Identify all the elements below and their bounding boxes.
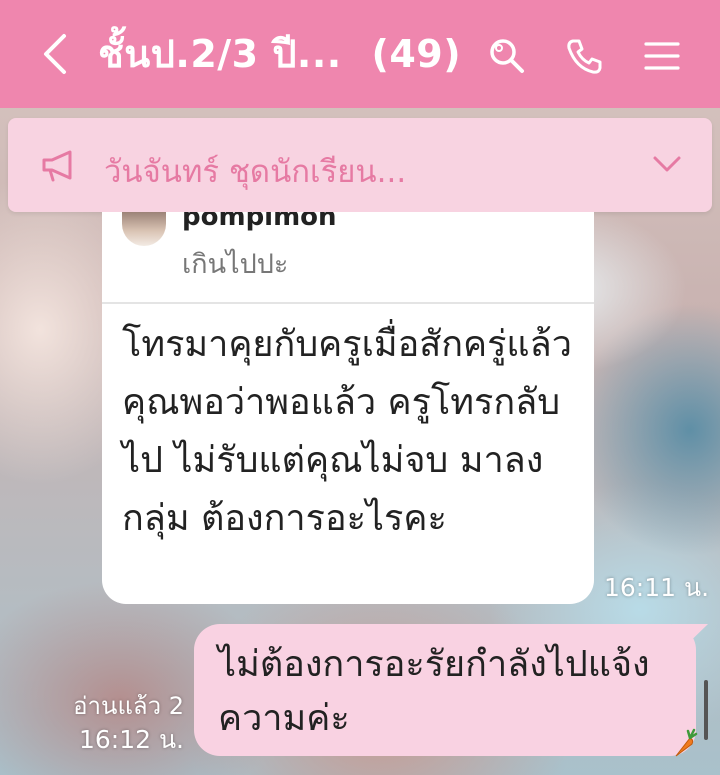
megaphone-icon xyxy=(42,150,72,182)
menu-icon[interactable] xyxy=(642,36,682,76)
reply-quoted-text: เกินไปปะ xyxy=(182,249,289,280)
avatar xyxy=(122,212,166,246)
reply-sender-name: pompimon xyxy=(182,212,337,232)
outgoing-message-bubble[interactable]: ไม่ต้องการอะรัยกำลังไปแจ้งความค่ะ xyxy=(194,624,696,756)
message-text: ไม่ต้องการอะรัยกำลังไปแจ้งความค่ะ xyxy=(218,644,650,739)
incoming-message-bubble[interactable]: pompimon เกินไปปะ โทรมาคุยกับครูเมื่อสัก… xyxy=(102,212,594,604)
announcement-bar[interactable]: วันจันทร์ ชุดนักเรียน... xyxy=(8,118,712,212)
chat-header: ชั้นป.2/3 ปี... (49) xyxy=(0,0,720,108)
member-count: (49) xyxy=(371,32,462,76)
announcement-text: วันจันทร์ ชุดนักเรียน... xyxy=(104,154,407,190)
reply-divider xyxy=(102,302,594,304)
phone-icon[interactable] xyxy=(564,36,604,76)
chevron-down-icon[interactable] xyxy=(652,154,682,174)
carrot-icon xyxy=(675,728,698,757)
chevron-left-icon[interactable] xyxy=(40,32,70,76)
message-text: โทรมาคุยกับครูเมื่อสักครู่แล้ว คุณพอว่าพ… xyxy=(122,324,572,539)
group-name: ชั้นป.2/3 ปี... xyxy=(98,32,342,76)
search-icon[interactable] xyxy=(486,36,526,76)
message-timestamp: 16:11 น. xyxy=(604,573,710,602)
message-timestamp: 16:12 น. xyxy=(78,725,184,754)
scrollbar[interactable] xyxy=(704,680,708,740)
chat-title[interactable]: ชั้นป.2/3 ปี... (49) xyxy=(98,28,461,80)
